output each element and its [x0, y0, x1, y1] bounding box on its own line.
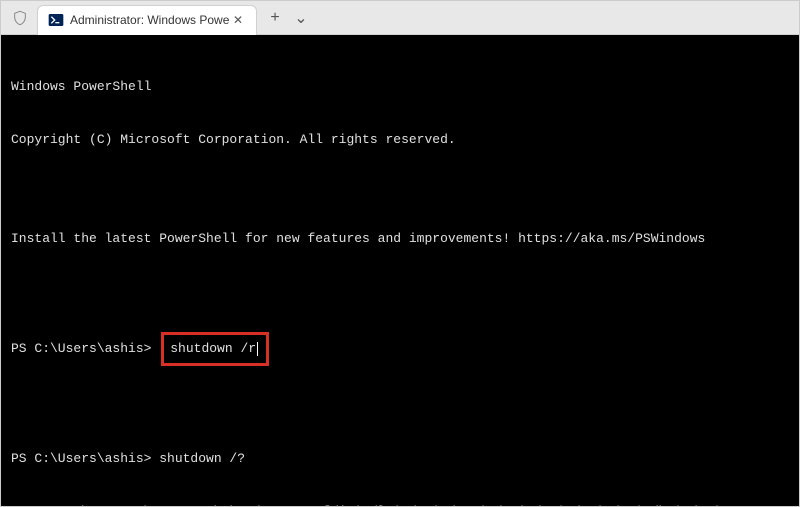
tab-close-button[interactable]: ✕ — [230, 12, 246, 28]
text-cursor — [257, 342, 258, 356]
terminal-line: Install the latest PowerShell for new fe… — [11, 230, 789, 248]
prompt-line-highlighted: PS C:\Users\ashis> shutdown /r — [11, 332, 789, 366]
tab-bar: Administrator: Windows Powe ✕ + ⌄ — [1, 1, 799, 35]
terminal-line: Usage: C:\WINDOWS\system32\shutdown.exe … — [11, 503, 789, 506]
tab-title: Administrator: Windows Powe — [70, 13, 230, 27]
highlighted-command: shutdown /r — [161, 332, 269, 366]
prompt-line: PS C:\Users\ashis> shutdown /? — [11, 450, 789, 468]
tab-powershell[interactable]: Administrator: Windows Powe ✕ — [37, 5, 257, 35]
terminal-line: Windows PowerShell — [11, 78, 789, 96]
terminal-content[interactable]: Windows PowerShell Copyright (C) Microso… — [1, 35, 799, 506]
app-window: Administrator: Windows Powe ✕ + ⌄ Window… — [0, 0, 800, 507]
prompt-prefix: PS C:\Users\ashis> — [11, 341, 159, 356]
tab-dropdown-button[interactable]: ⌄ — [289, 4, 313, 32]
powershell-icon — [48, 12, 64, 28]
terminal-line: Copyright (C) Microsoft Corporation. All… — [11, 131, 789, 149]
shield-icon — [7, 5, 33, 31]
new-tab-button[interactable]: + — [261, 4, 289, 32]
